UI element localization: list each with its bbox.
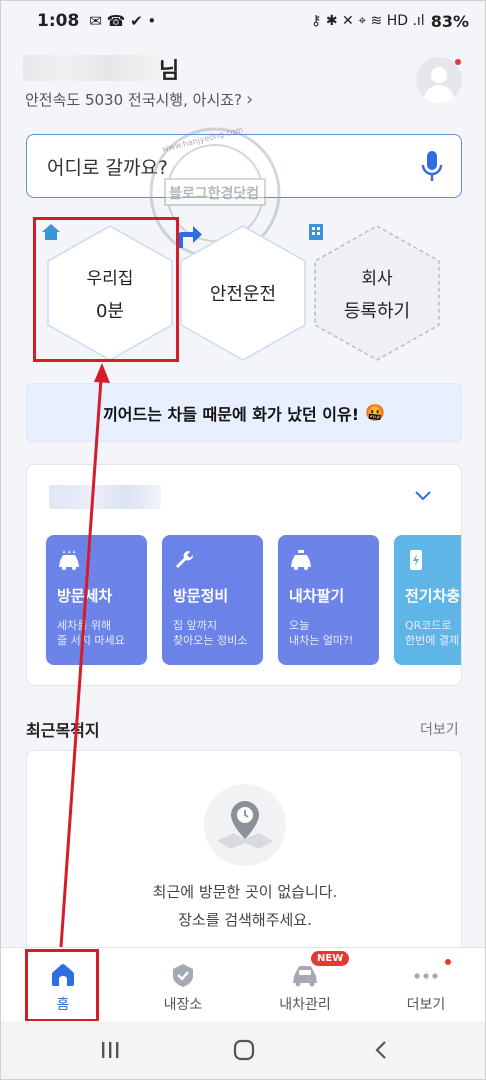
recent-destinations-title: 최근목적지 <box>26 721 100 740</box>
back-icon[interactable] <box>371 1039 393 1061</box>
car-wash-icon <box>59 550 79 570</box>
safe-drive-label: 안전운전 <box>209 284 277 305</box>
service-tile-maintenance[interactable]: 방문정비 집 앞까지 찾아오는 정비소 <box>162 535 263 665</box>
shield-check-icon <box>173 964 193 987</box>
service-desc: 집 앞까지 <box>173 619 217 632</box>
status-notification-icons: ✉ ☎ ✔ • <box>89 12 157 30</box>
location-clock-icon <box>204 784 286 866</box>
chevron-right-icon: › <box>246 89 254 110</box>
safe-drive-shortcut[interactable]: 안전운전 <box>174 223 312 363</box>
banner-text: 끼어드는 차들 때문에 화가 났던 이유! <box>103 404 360 424</box>
notification-dot <box>455 59 461 65</box>
service-title: 방문세차 <box>57 587 113 605</box>
service-tile-sell-car[interactable]: 내차팔기 오늘 내차는 얼마?! <box>278 535 379 665</box>
greeting-suffix: 님 <box>159 59 180 84</box>
car-icon <box>293 966 317 987</box>
service-desc: 줄 서지 마세요 <box>57 634 125 647</box>
status-time: 1:08 <box>37 11 80 31</box>
notification-dot <box>445 959 451 965</box>
nav-more[interactable]: 더보기 <box>366 948 485 1022</box>
service-desc: 내차는 얼마?! <box>289 634 354 647</box>
empty-message-line2: 장소를 검색해주세요. <box>178 911 312 929</box>
service-desc: QR코드로 <box>405 619 452 632</box>
work-shortcut[interactable]: 회사 등록하기 <box>308 223 446 363</box>
service-desc: 한번에 결제 <box>405 634 460 647</box>
car-sale-icon <box>291 550 311 570</box>
nav-my-places-label: 내장소 <box>163 997 203 1013</box>
services-card: 방문세차 세차를 위해 줄 서지 마세요 방문정비 집 앞까지 찾아오는 정비소… <box>26 464 462 686</box>
more-dots-icon <box>414 973 438 979</box>
annotation-highlight-home-tab <box>25 949 99 1022</box>
empty-message-line1: 최근에 방문한 곳이 없습니다. <box>152 883 338 901</box>
recent-more-link[interactable]: 더보기 <box>420 719 459 739</box>
nav-car-management[interactable]: NEW 내차관리 <box>245 948 365 1022</box>
avatar-body-shape <box>424 85 454 103</box>
recent-destinations-card: 최근에 방문한 곳이 없습니다. 장소를 검색해주세요. <box>26 750 462 960</box>
service-desc: 세차를 위해 <box>57 619 112 632</box>
nav-car-management-label: 내차관리 <box>279 997 331 1013</box>
service-desc: 오늘 <box>289 619 310 632</box>
nav-more-label: 더보기 <box>406 997 446 1013</box>
service-title: 전기차충 <box>405 587 461 605</box>
battery-level: 83% <box>430 11 469 31</box>
avatar-head-shape <box>431 67 447 83</box>
recent-apps-icon[interactable] <box>99 1039 121 1061</box>
watermark-text: 블로그한경닷컴 <box>169 186 260 202</box>
system-navigation-bar <box>1 1021 485 1079</box>
angry-face-icon: 🤬 <box>365 403 385 422</box>
work-register-label: 등록하기 <box>343 300 411 322</box>
home-button-icon[interactable] <box>233 1039 255 1061</box>
service-desc: 찾아오는 정비소 <box>173 634 248 647</box>
notice-text: 안전속도 5030 전국시행, 아시죠? <box>25 91 243 109</box>
work-label: 회사 <box>361 268 393 289</box>
service-title: 방문정비 <box>173 587 229 605</box>
status-bar: 1:08 ✉ ☎ ✔ • ⚷ ✱ ✕ ⌖ ≋ HD .ıl 83% <box>1 1 485 41</box>
building-icon <box>309 224 323 240</box>
app-screen: 1:08 ✉ ☎ ✔ • ⚷ ✱ ✕ ⌖ ≋ HD .ıl 83% 님 안전속도… <box>0 0 486 1080</box>
blurred-username <box>23 55 161 81</box>
new-badge: NEW <box>311 951 350 966</box>
annotation-highlight-home <box>33 217 179 362</box>
notice-link[interactable]: 안전속도 5030 전국시행, 아시죠? › <box>25 89 253 110</box>
chevron-down-icon[interactable] <box>415 491 431 501</box>
ev-charger-icon <box>410 550 422 570</box>
promo-banner[interactable]: 끼어드는 차들 때문에 화가 났던 이유! 🤬 <box>26 383 462 442</box>
nav-my-places[interactable]: 내장소 <box>123 948 243 1022</box>
service-title: 내차팔기 <box>289 587 345 605</box>
wrench-icon <box>176 550 194 568</box>
blurred-section-title <box>49 485 161 509</box>
microphone-icon[interactable] <box>421 150 443 184</box>
service-tile-car-wash[interactable]: 방문세차 세차를 위해 줄 서지 마세요 <box>46 535 147 665</box>
service-tile-ev-charge[interactable]: 전기차충 QR코드로 한번에 결제 <box>394 535 461 665</box>
status-system-icons: ⚷ ✱ ✕ ⌖ ≋ HD .ıl <box>311 13 425 29</box>
